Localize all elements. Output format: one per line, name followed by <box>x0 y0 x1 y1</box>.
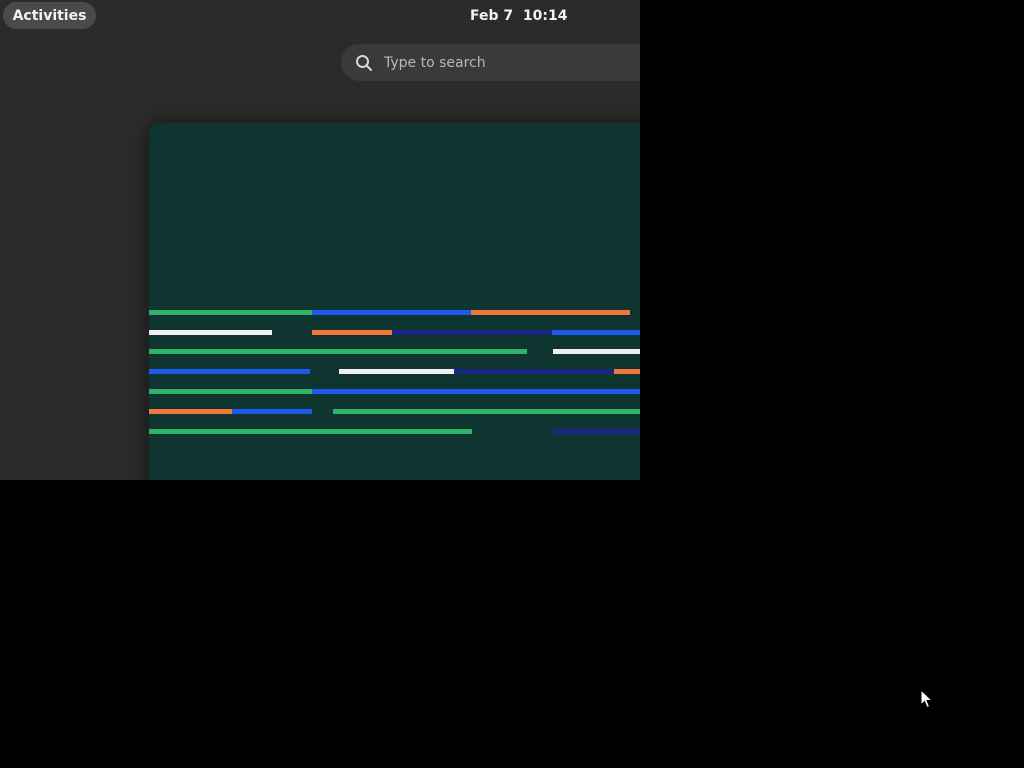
screen: Activities Feb 7 10:14 Type to search <box>0 0 1024 768</box>
content-stripe <box>614 369 640 374</box>
content-stripe <box>312 330 392 335</box>
content-stripe <box>333 409 640 414</box>
content-stripe <box>552 429 640 434</box>
content-stripe <box>312 310 471 315</box>
search-input[interactable]: Type to search <box>341 44 640 81</box>
content-stripe <box>149 369 310 374</box>
content-stripe <box>339 369 454 374</box>
search-placeholder: Type to search <box>384 54 486 71</box>
clock[interactable]: Feb 7 10:14 <box>470 0 567 32</box>
activities-button[interactable]: Activities <box>3 2 96 29</box>
content-stripe <box>149 429 472 434</box>
content-stripe <box>149 409 232 414</box>
content-stripe <box>392 330 552 335</box>
content-stripe <box>312 389 640 394</box>
content-stripe <box>232 409 312 414</box>
top-bar: Activities Feb 7 10:14 <box>0 0 640 32</box>
content-stripe <box>149 349 527 354</box>
content-stripe <box>149 330 272 335</box>
content-stripe <box>471 310 630 315</box>
overview-region: Activities Feb 7 10:14 Type to search <box>0 0 640 480</box>
content-stripe <box>149 389 312 394</box>
content-stripe <box>454 369 614 374</box>
content-stripe <box>553 349 640 354</box>
content-stripe <box>149 310 312 315</box>
search-icon <box>356 55 372 71</box>
arrow-cursor-icon <box>920 689 933 709</box>
content-stripe <box>552 330 640 335</box>
window-thumbnail[interactable] <box>149 123 640 480</box>
